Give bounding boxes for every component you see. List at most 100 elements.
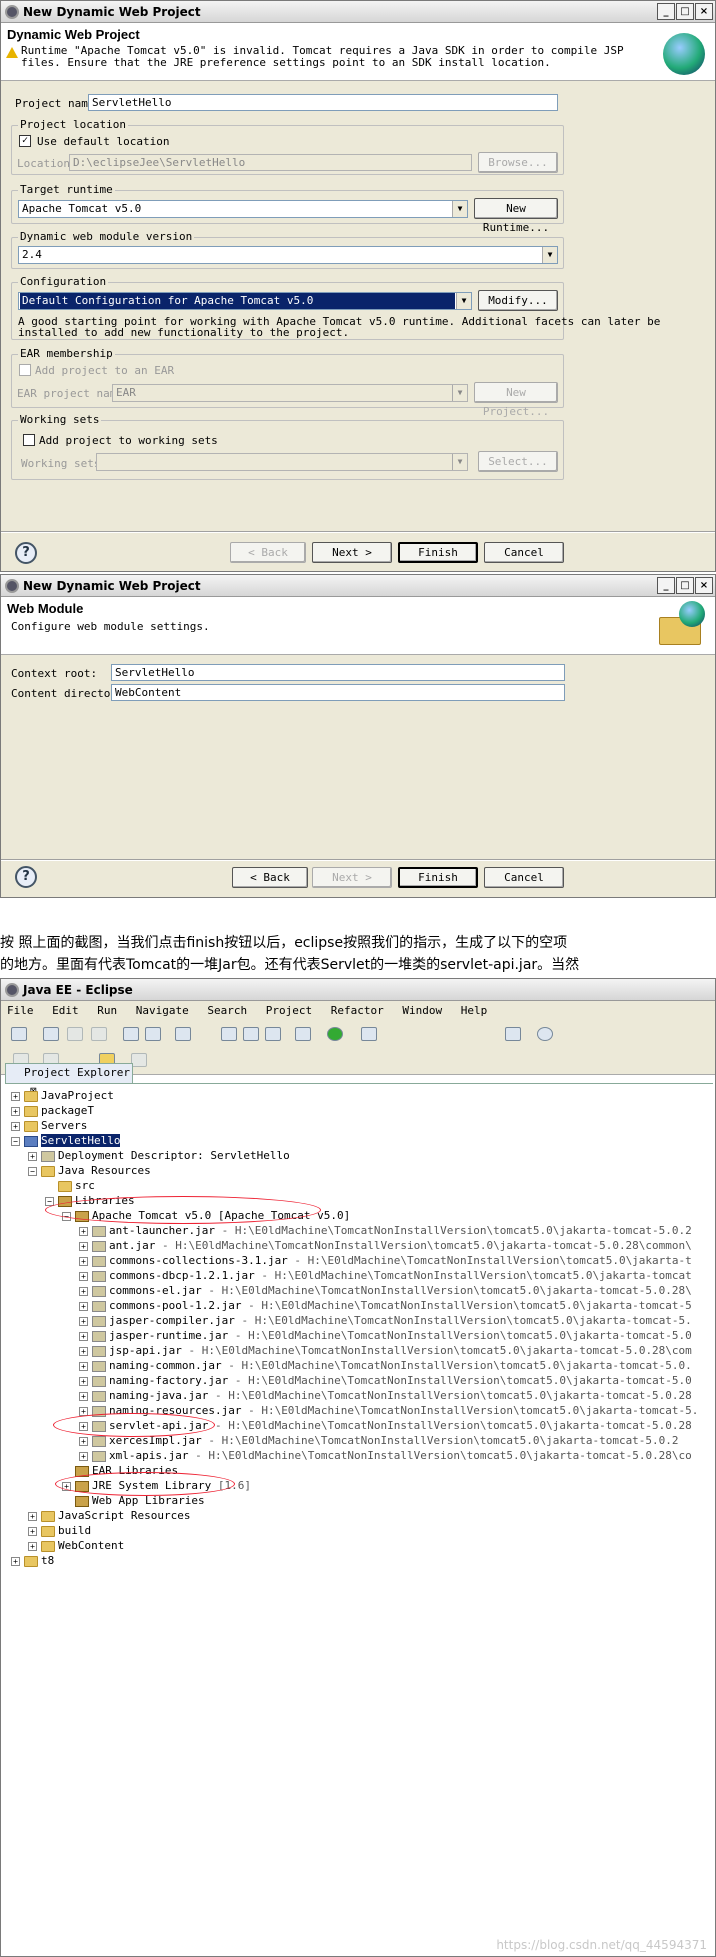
menu-file[interactable]: File: [7, 1004, 34, 1017]
tree-item[interactable]: + build: [28, 1523, 91, 1538]
search-icon[interactable]: [265, 1027, 281, 1041]
tree-item[interactable]: + Servers: [11, 1118, 87, 1133]
forward-nav-icon[interactable]: [131, 1053, 147, 1067]
tree-item[interactable]: + jasper-runtime.jar - H:\E0ldMachine\Tom…: [79, 1328, 692, 1343]
tree-item[interactable]: + naming-factory.jar - H:\E0ldMachine\Tom…: [79, 1373, 692, 1388]
tree-item[interactable]: + JavaScript Resources: [28, 1508, 190, 1523]
tree-item[interactable]: + t8: [11, 1553, 54, 1568]
open-type-icon[interactable]: [221, 1027, 237, 1041]
expand-icon[interactable]: +: [79, 1241, 88, 1251]
tree-item[interactable]: + WebContent: [28, 1538, 124, 1553]
tree-item[interactable]: − ServletHello: [11, 1133, 121, 1148]
debug-icon[interactable]: [295, 1027, 311, 1041]
tree-item[interactable]: + jsp-api.jar - H:\E0ldMachine\TomcatNonI…: [79, 1343, 692, 1358]
expand-icon[interactable]: +: [79, 1301, 88, 1311]
menu-search[interactable]: Search: [207, 1004, 247, 1017]
expand-icon[interactable]: +: [79, 1346, 88, 1356]
external-tools-icon[interactable]: [361, 1027, 377, 1041]
expand-icon[interactable]: +: [79, 1391, 88, 1401]
expand-icon[interactable]: +: [28, 1151, 37, 1161]
expand-icon[interactable]: +: [79, 1406, 88, 1416]
expand-icon[interactable]: +: [28, 1511, 37, 1521]
back-button[interactable]: < Back: [232, 867, 308, 888]
menu-refactor[interactable]: Refactor: [331, 1004, 384, 1017]
expand-icon[interactable]: +: [28, 1526, 37, 1536]
task-icon[interactable]: [175, 1027, 191, 1041]
next-button[interactable]: Next >: [312, 867, 392, 888]
add-working-sets-checkbox[interactable]: [23, 434, 35, 446]
expand-icon[interactable]: +: [79, 1256, 88, 1266]
expand-icon[interactable]: +: [79, 1226, 88, 1236]
java-perspective-icon[interactable]: [537, 1027, 553, 1041]
tree-item[interactable]: +src: [45, 1178, 95, 1193]
run-icon[interactable]: [327, 1027, 343, 1041]
expand-icon[interactable]: +: [79, 1331, 88, 1341]
modify-button[interactable]: Modify...: [478, 290, 558, 311]
java-file-icon[interactable]: [243, 1027, 259, 1041]
import-icon[interactable]: [123, 1027, 139, 1041]
tree-item[interactable]: + jasper-compiler.jar - H:\E0ldMachine\To…: [79, 1313, 692, 1328]
project-explorer-tab[interactable]: Project Explorer ⊠: [5, 1063, 133, 1097]
tree-item[interactable]: + commons-el.jar - H:\E0ldMachine\TomcatN…: [79, 1283, 692, 1298]
export-icon[interactable]: [145, 1027, 161, 1041]
expand-icon[interactable]: +: [79, 1271, 88, 1281]
menu-run[interactable]: Run: [97, 1004, 117, 1017]
working-sets-select[interactable]: ▼: [96, 453, 468, 471]
use-default-location-checkbox[interactable]: ✓: [19, 135, 31, 147]
context-root-input[interactable]: ServletHello: [111, 664, 565, 681]
expand-icon[interactable]: +: [11, 1091, 20, 1101]
ear-project-select[interactable]: EAR ▼: [112, 384, 468, 402]
collapse-icon[interactable]: −: [11, 1136, 20, 1146]
tree-item[interactable]: + xml-apis.jar - H:\E0ldMachine\TomcatNon…: [79, 1448, 692, 1463]
cancel-button[interactable]: Cancel: [484, 542, 564, 563]
add-to-ear-checkbox[interactable]: [19, 364, 31, 376]
tree-item[interactable]: + ant.jar - H:\E0ldMachine\TomcatNonInsta…: [79, 1238, 692, 1253]
select-button[interactable]: Select...: [478, 451, 558, 472]
save-icon[interactable]: [43, 1027, 59, 1041]
minimize-button[interactable]: _: [657, 3, 675, 20]
close-button[interactable]: ×: [695, 3, 713, 20]
tree-item[interactable]: − Java Resources: [28, 1163, 151, 1178]
tree-item[interactable]: + commons-dbcp-1.2.1.jar - H:\E0ldMachine…: [79, 1268, 692, 1283]
help-icon[interactable]: ?: [15, 542, 37, 564]
tree-item[interactable]: + JavaProject: [11, 1088, 114, 1103]
close-button[interactable]: ×: [695, 577, 713, 594]
tree-item[interactable]: + naming-common.jar - H:\E0ldMachine\Tomc…: [79, 1358, 692, 1373]
tree-item[interactable]: + commons-pool-1.2.jar - H:\E0ldMachine\T…: [79, 1298, 692, 1313]
print-icon[interactable]: [67, 1027, 83, 1041]
tree-item[interactable]: + packageT: [11, 1103, 94, 1118]
location-input[interactable]: D:\eclipseJee\ServletHello: [69, 154, 472, 171]
finish-button[interactable]: Finish: [398, 867, 478, 888]
cancel-button[interactable]: Cancel: [484, 867, 564, 888]
expand-icon[interactable]: +: [79, 1451, 88, 1461]
help-icon[interactable]: ?: [15, 866, 37, 888]
new-icon[interactable]: [11, 1027, 27, 1041]
finish-button[interactable]: Finish: [398, 542, 478, 563]
expand-icon[interactable]: +: [11, 1121, 20, 1131]
copy-icon[interactable]: [91, 1027, 107, 1041]
module-version-select[interactable]: 2.4 ▼: [18, 246, 558, 264]
expand-icon[interactable]: +: [79, 1286, 88, 1296]
browse-button[interactable]: Browse...: [478, 152, 558, 173]
new-runtime-button[interactable]: New Runtime...: [474, 198, 558, 234]
maximize-button[interactable]: □: [676, 3, 694, 20]
maximize-button[interactable]: □: [676, 577, 694, 594]
tree-item[interactable]: + ant-launcher.jar - H:\E0ldMachine\Tomca…: [79, 1223, 692, 1238]
minimize-button[interactable]: _: [657, 577, 675, 594]
expand-icon[interactable]: +: [28, 1541, 37, 1551]
expand-icon[interactable]: +: [11, 1556, 20, 1566]
perspective-icon[interactable]: [505, 1027, 521, 1041]
menu-edit[interactable]: Edit: [52, 1004, 79, 1017]
back-button[interactable]: < Back: [230, 542, 306, 563]
tree-item[interactable]: + Deployment Descriptor: ServletHello: [28, 1148, 290, 1163]
collapse-icon[interactable]: −: [28, 1166, 37, 1176]
menu-window[interactable]: Window: [402, 1004, 442, 1017]
new-project-button[interactable]: New Project...: [474, 382, 558, 418]
configuration-select[interactable]: Default Configuration for Apache Tomcat …: [18, 292, 472, 310]
menu-navigate[interactable]: Navigate: [136, 1004, 189, 1017]
expand-icon[interactable]: +: [11, 1106, 20, 1116]
expand-icon[interactable]: +: [79, 1436, 88, 1446]
expand-icon[interactable]: +: [79, 1316, 88, 1326]
expand-icon[interactable]: +: [79, 1376, 88, 1386]
project-name-input[interactable]: ServletHello: [88, 94, 558, 111]
